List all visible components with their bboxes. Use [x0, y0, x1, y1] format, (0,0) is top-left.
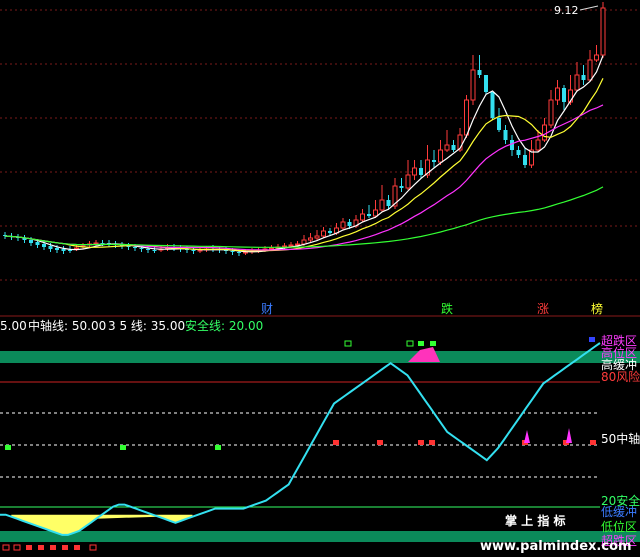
top-marker [418, 341, 424, 346]
candle [80, 243, 86, 249]
candle [367, 205, 371, 218]
outline-marker [344, 340, 352, 347]
candle [503, 125, 508, 144]
candle [399, 178, 404, 192]
bottom-marker [2, 544, 10, 551]
candle [587, 50, 593, 82]
candle [529, 140, 534, 168]
safe-line-value: 安全线: 20.00 [185, 318, 263, 333]
top-marker [430, 341, 436, 346]
zone-label: 50中轴 [601, 431, 640, 446]
candle [405, 160, 411, 190]
line35-value: 3 5 线: 35.00 [108, 319, 185, 333]
candle [321, 227, 326, 238]
zone-label: 低位区 [601, 519, 637, 534]
candle [419, 160, 423, 178]
blue-marker [589, 337, 595, 342]
bottom-marker [13, 544, 21, 551]
zone-labels: 超跌区高位区高缓冲80风险50中轴20安全低缓冲低位区超跌区 [601, 333, 640, 548]
candle [444, 130, 450, 152]
event-label: 榜 [591, 301, 603, 316]
high-band [0, 351, 640, 363]
candle [510, 135, 514, 156]
event-label: 涨 [537, 301, 549, 316]
candle [484, 75, 488, 94]
candle [523, 148, 527, 168]
candle [3, 232, 7, 239]
candle [477, 55, 482, 78]
candle [360, 209, 365, 222]
candle [61, 246, 66, 254]
bottom-marker [26, 545, 32, 550]
spike-marker [566, 428, 572, 443]
candlestick-series [3, 2, 606, 256]
candle [379, 185, 385, 212]
event-label: 财 [261, 302, 273, 316]
candle [470, 55, 476, 105]
outline-marker [406, 340, 414, 347]
zone-label: 低缓冲 [601, 504, 637, 519]
watermark-url: www.palmindex.com [480, 539, 632, 554]
buy-marker [5, 445, 11, 450]
stock-chart[interactable]: 9.12 财 跌 涨 榜 5.00 中轴线: 50.00 3 5 线: 35.00 安… [0, 0, 640, 557]
sell-marker [333, 440, 339, 445]
candle [432, 150, 436, 168]
spike-marker [524, 430, 530, 443]
candle [516, 146, 521, 158]
candle [373, 200, 378, 218]
candle [581, 65, 586, 85]
candle [490, 92, 495, 120]
event-labels: 财跌涨榜 [261, 301, 603, 316]
candle [191, 247, 196, 254]
event-label: 跌 [441, 301, 453, 316]
axis-line-value: 中轴线: 50.00 [28, 318, 106, 333]
bottom-marker [38, 545, 44, 550]
price-high-label: 9.12 [554, 4, 579, 17]
ma5-line [4, 55, 604, 253]
candle [497, 108, 501, 132]
bottom-marker [62, 545, 68, 550]
watermark-cn: 掌 上 指 标 [505, 513, 566, 528]
bottom-marker [74, 545, 80, 550]
candle [594, 45, 599, 62]
candle [412, 160, 417, 180]
candle [562, 85, 566, 110]
ma10-line [4, 78, 604, 252]
buy-marker [120, 445, 126, 450]
sell-marker [377, 440, 383, 445]
zone-label: 80风险 [601, 369, 640, 384]
candle [542, 118, 547, 142]
candle [548, 90, 554, 128]
candle [438, 140, 443, 165]
bottom-marker [50, 545, 56, 550]
header-prefix: 5.00 [0, 319, 27, 333]
candle [340, 218, 346, 230]
ma20-line [4, 104, 604, 251]
candle [308, 233, 313, 242]
candle [451, 140, 456, 152]
candle [314, 230, 320, 240]
candle [574, 62, 580, 92]
candle [555, 80, 560, 105]
sell-marker [418, 440, 424, 445]
candle [22, 235, 27, 243]
moving-average-lines [4, 55, 604, 253]
sell-marker [590, 440, 596, 445]
oscillator-line [0, 342, 601, 536]
buy-marker [215, 445, 221, 450]
sell-marker [429, 440, 435, 445]
indicator-header: 5.00 中轴线: 50.00 3 5 线: 35.00 安全线: 20.00 [0, 318, 263, 333]
candle [600, 2, 606, 58]
bottom-marker [89, 544, 97, 551]
